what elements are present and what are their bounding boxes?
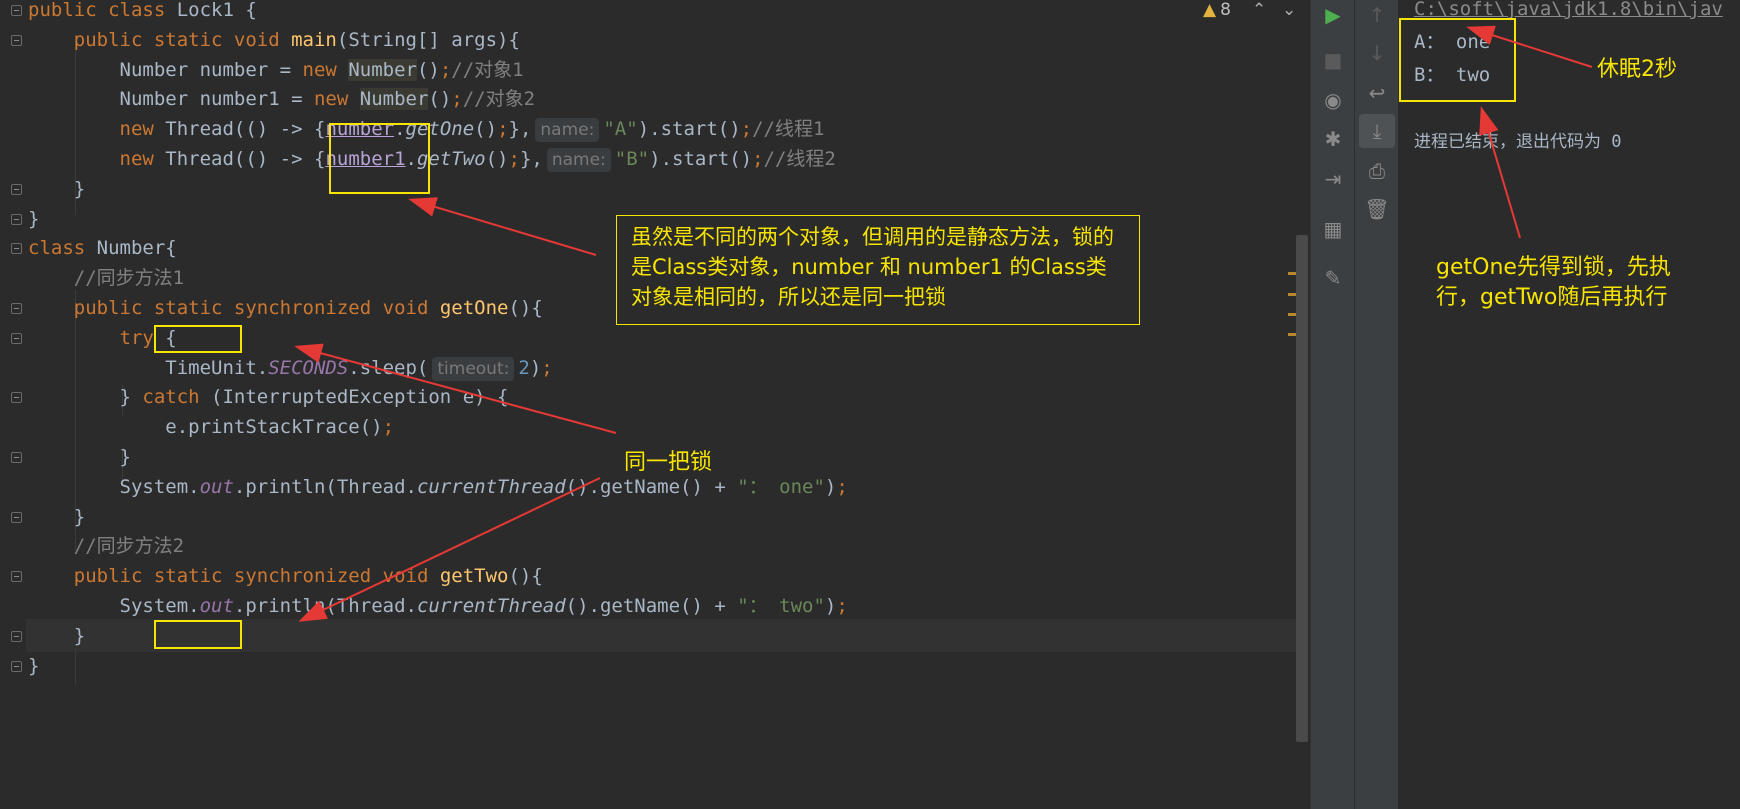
arrow-to-output xyxy=(1466,25,1593,68)
arrow-to-static-2 xyxy=(298,477,601,622)
arrow-to-static-1 xyxy=(294,343,617,434)
arrow-to-number-box xyxy=(408,197,597,256)
arrow-to-output-b xyxy=(1479,106,1521,239)
annotation-arrows xyxy=(294,25,1593,622)
